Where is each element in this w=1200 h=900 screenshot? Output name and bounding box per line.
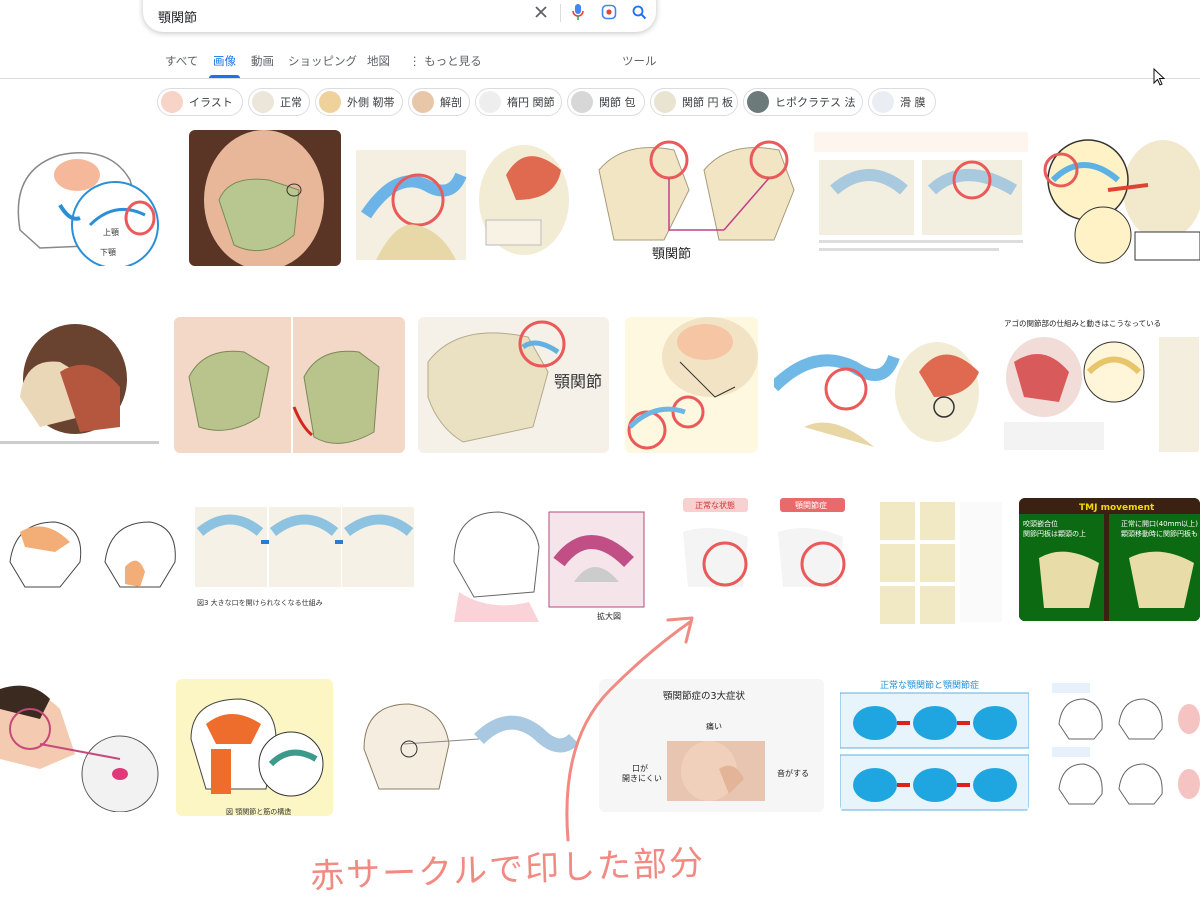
chip-normal[interactable]: 正常 xyxy=(248,88,310,116)
image-result[interactable] xyxy=(0,679,161,812)
handwritten-note: 赤サークルで印した部分 xyxy=(309,843,706,897)
chip-thumbnail xyxy=(747,91,769,113)
chip-hippocrates[interactable]: ヒポクラテス 法 xyxy=(743,88,863,116)
search-divider xyxy=(560,4,561,22)
tab-more-label: もっと見る xyxy=(424,54,482,68)
more-vert-icon: ⋮ xyxy=(409,54,421,68)
chip-thumbnail xyxy=(252,91,274,113)
chip-label: 関節 包 xyxy=(599,96,636,109)
image-result[interactable]: 図 顎関節と筋の構造 xyxy=(176,679,333,816)
search-icon[interactable] xyxy=(629,2,649,22)
image-result[interactable]: 顎関節 xyxy=(418,317,609,453)
tab-all[interactable]: すべて xyxy=(165,53,198,69)
header-divider xyxy=(0,78,1200,79)
chip-ellipsoid-joint[interactable]: 楕円 関節 xyxy=(475,88,562,116)
label-jo: 上顎 xyxy=(103,228,119,237)
chip-thumbnail xyxy=(161,91,183,113)
label-caption-3: 図3 大きな口を開けられなくなる仕組み xyxy=(197,598,323,607)
chip-lateral-ligament[interactable]: 外側 靭帯 xyxy=(315,88,403,116)
image-result[interactable] xyxy=(875,492,1005,628)
tab-tools[interactable]: ツール xyxy=(622,53,657,69)
lens-icon[interactable] xyxy=(599,2,619,22)
chip-label: 楕円 関節 xyxy=(507,96,555,109)
clear-icon[interactable] xyxy=(531,2,551,22)
chip-anatomy[interactable]: 解剖 xyxy=(408,88,470,116)
tab-more[interactable]: ⋮ もっと見る xyxy=(409,53,482,69)
search-tabs: すべて 画像 動画 ショッピング 地図 ⋮ もっと見る ツール xyxy=(0,53,1200,79)
tab-maps[interactable]: 地図 xyxy=(367,53,390,69)
label-ka: 下顎 xyxy=(100,248,116,257)
label-tmj: 顎関節 xyxy=(652,247,691,262)
label-tmj-left-1: 咬頭嵌合位 xyxy=(1023,519,1058,528)
chip-synovium[interactable]: 滑 膜 xyxy=(868,88,936,116)
image-result[interactable] xyxy=(0,317,159,453)
chip-label: ヒポクラテス 法 xyxy=(775,96,856,109)
chip-disc[interactable]: 関節 円 板 xyxy=(650,88,738,116)
chip-label: イラスト xyxy=(189,96,233,109)
chip-label: 滑 膜 xyxy=(900,96,926,109)
chip-joint-capsule[interactable]: 関節 包 xyxy=(567,88,645,116)
chip-thumbnail xyxy=(872,91,894,113)
label-seijou-title: 正常な顎関節と顎関節症 xyxy=(880,679,979,691)
search-input[interactable]: 顎関節 xyxy=(158,7,197,26)
image-result[interactable] xyxy=(1043,130,1200,266)
image-result[interactable]: アゴの関節部の仕組みと動きはこうなっている xyxy=(999,317,1200,453)
microphone-icon[interactable] xyxy=(568,2,588,22)
image-result[interactable]: 顎関節 xyxy=(594,130,800,266)
image-result[interactable] xyxy=(625,317,758,453)
annotation-arrow-icon xyxy=(565,616,694,842)
image-result[interactable] xyxy=(0,492,180,628)
chip-thumbnail xyxy=(479,91,501,113)
label-tmj-2: 顎関節 xyxy=(554,372,602,391)
image-result[interactable] xyxy=(356,130,579,266)
image-result[interactable]: 正常な顎関節と顎関節症 xyxy=(840,679,1029,812)
image-result[interactable]: 上顎 下顎 xyxy=(0,130,173,266)
label-otogasuru: 音がする xyxy=(777,768,809,778)
chip-label: 関節 円 板 xyxy=(682,96,733,109)
label-agonokansetsu: アゴの関節部の仕組みと動きはこうなっている xyxy=(1004,318,1161,328)
label-tmj-disorder: 顎関節症 xyxy=(795,500,827,510)
chip-thumbnail xyxy=(412,91,434,113)
label-itai: 痛い xyxy=(706,721,722,731)
image-result[interactable] xyxy=(174,317,405,453)
label-tmj-right-1: 正常に開口(40mm以上) xyxy=(1121,519,1198,528)
image-result[interactable] xyxy=(189,130,341,266)
tab-videos[interactable]: 動画 xyxy=(251,53,274,69)
chip-label: 外側 靭帯 xyxy=(347,96,395,109)
chip-thumbnail xyxy=(319,91,341,113)
image-result[interactable]: 図3 大きな口を開けられなくなる仕組み xyxy=(195,492,414,628)
chip-thumbnail xyxy=(571,91,593,113)
label-tmj-left-2: 関節円板は顆頭の上 xyxy=(1023,529,1086,538)
image-result[interactable] xyxy=(1044,679,1200,812)
image-result[interactable]: TMJ movement 咬頭嵌合位 関節円板は顆頭の上 正常に開口(40mm以… xyxy=(1019,498,1200,621)
chip-thumbnail xyxy=(654,91,676,113)
tab-images[interactable]: 画像 xyxy=(213,53,236,69)
label-tmj-right-2: 顆頭移動時に関節円板も xyxy=(1121,529,1198,538)
search-box[interactable]: 顎関節 xyxy=(143,0,656,32)
chip-illust[interactable]: イラスト xyxy=(157,88,243,116)
label-tmj-movement: TMJ movement xyxy=(1079,503,1155,513)
chip-label: 解剖 xyxy=(440,96,462,109)
mouse-cursor-icon xyxy=(1153,67,1166,90)
label-normal-state: 正常な状態 xyxy=(695,500,735,510)
image-result[interactable] xyxy=(774,317,983,453)
image-result[interactable] xyxy=(814,130,1028,266)
label-zu-kozou: 図 顎関節と筋の構造 xyxy=(226,807,291,816)
tab-shopping[interactable]: ショッピング xyxy=(288,53,357,69)
chip-label: 正常 xyxy=(280,96,302,109)
